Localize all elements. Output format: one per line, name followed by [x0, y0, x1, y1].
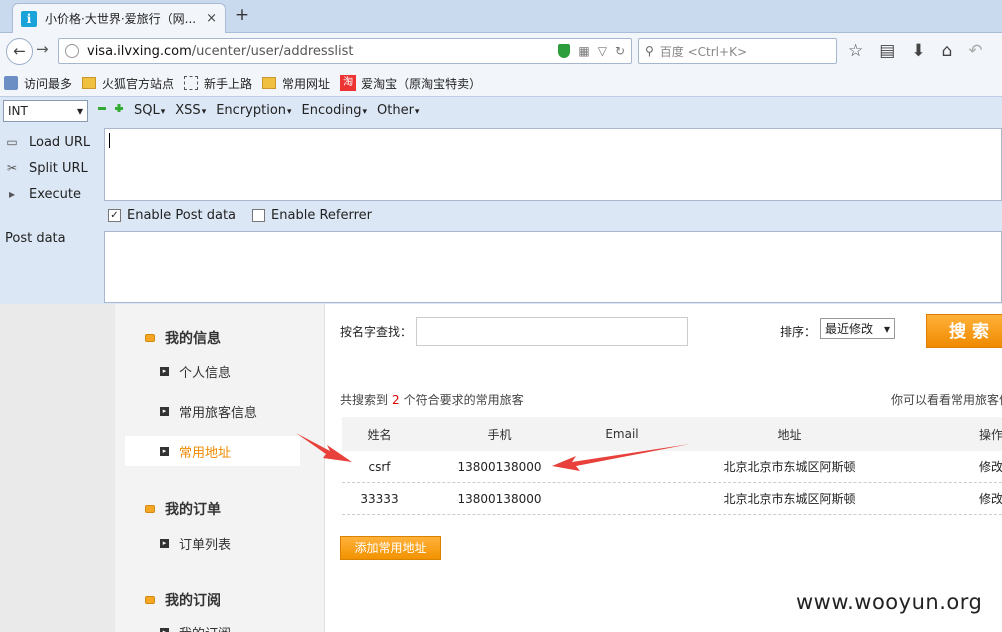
reading-list-icon[interactable]: ▤ — [879, 41, 895, 61]
search-placeholder: 百度 <Ctrl+K> — [659, 44, 747, 59]
table-row: csrf 13800138000 北京北京市东城区阿斯顿 修改 | 删 — [342, 451, 1002, 483]
sidebar-item-addresses[interactable]: ▸ 常用地址 — [125, 436, 300, 466]
search-by-name-label: 按名字查找： — [340, 325, 413, 339]
back-arrow-icon[interactable]: ← — [6, 38, 33, 65]
bookmark-common-sites[interactable]: 常用网址 — [262, 75, 330, 92]
bullet-icon — [145, 334, 155, 342]
load-url-icon: ▭ — [6, 135, 18, 149]
bullet-icon — [145, 505, 155, 513]
sidebar-item-travelers[interactable]: ▸ 常用旅客信息 — [125, 396, 300, 426]
tab-title: 小价格·大世界·爱旅行（网... — [45, 12, 197, 26]
row-actions[interactable]: 修改 | 删 — [917, 490, 1002, 507]
plus-icon[interactable] — [114, 103, 124, 113]
text-caret — [109, 133, 110, 148]
enable-post-checkbox[interactable]: ✓ Enable Post data — [108, 208, 236, 223]
bullet-icon — [145, 596, 155, 604]
arrow-right-icon: ▸ — [160, 366, 169, 376]
page-icon — [184, 76, 199, 90]
bookmark-firefox-site[interactable]: 火狐官方站点 — [82, 75, 174, 92]
enable-referrer-checkbox[interactable]: Enable Referrer — [252, 208, 372, 223]
arrow-right-icon: ▸ — [160, 406, 169, 416]
page-content: 我的信息 ▸ 个人信息 ▸ 常用旅客信息 ▸ 常用地址 我的订单 ▸ 订单列表 我的订阅… — [0, 304, 1002, 632]
execute-button[interactable]: ▸ Execute — [0, 181, 104, 207]
bookmark-star-icon[interactable]: ☆ — [848, 41, 863, 61]
search-button[interactable]: 搜索 — [926, 314, 1002, 348]
load-url-button[interactable]: ▭ Load URL — [0, 129, 104, 155]
search-icon: ⚲ — [645, 44, 654, 58]
hackbar-panel: INT▾ SQL XSS Encryption Encoding Other ▭… — [0, 96, 1002, 304]
bookmarks-toolbar: 访问最多 火狐官方站点 新手上路 常用网址 淘 爱淘宝（原淘宝特卖） — [0, 70, 1002, 96]
user-center-sidebar: 我的信息 ▸ 个人信息 ▸ 常用旅客信息 ▸ 常用地址 我的订单 ▸ 订单列表 我的订阅… — [115, 304, 325, 632]
sort-select[interactable]: 最近修改 ▾ — [820, 318, 895, 339]
home-icon[interactable]: ⌂ — [942, 41, 953, 61]
reload-icon[interactable]: ↻ — [615, 44, 625, 58]
taobao-icon: 淘 — [340, 75, 357, 91]
bookmark-aitaobao[interactable]: 淘 爱淘宝（原淘宝特卖） — [340, 75, 481, 92]
table-row: 33333 13800138000 北京北京市东城区阿斯顿 修改 | 删 — [342, 483, 1002, 515]
menu-encryption[interactable]: Encryption — [216, 103, 291, 118]
menu-other[interactable]: Other — [377, 103, 419, 118]
address-table: 姓名 手机 Email 地址 操作 csrf 13800138000 北京北京市… — [342, 417, 1002, 515]
qr-code-icon[interactable]: ▦ — [578, 44, 589, 58]
dropdown-icon[interactable]: ▽ — [598, 44, 607, 58]
table-header: 姓名 手机 Email 地址 操作 — [342, 417, 1002, 451]
checkmark-icon: ✓ — [108, 209, 121, 222]
search-input[interactable]: ⚲ 百度 <Ctrl+K> — [638, 38, 837, 64]
folder-icon — [262, 77, 277, 89]
download-icon[interactable]: ⬇ — [911, 41, 925, 61]
shield-icon[interactable] — [558, 44, 571, 58]
sort-label: 排序： — [780, 325, 817, 339]
add-address-button[interactable]: 添加常用地址 — [340, 536, 441, 560]
hackbar-url-textarea[interactable] — [104, 128, 1002, 201]
play-icon: ▸ — [8, 187, 16, 201]
sidebar-group-subscriptions: 我的订阅 — [145, 590, 221, 610]
site-favicon-icon: i — [21, 10, 37, 27]
sidebar-group-my-orders: 我的订单 — [145, 499, 221, 519]
tab-strip: i 小价格·大世界·爱旅行（网... × + — [0, 0, 1002, 33]
hackbar-type-select[interactable]: INT ▾ — [3, 100, 88, 122]
most-visited-icon — [4, 76, 18, 90]
undo-icon[interactable]: ↶ — [968, 41, 982, 61]
sidebar-item-order-list[interactable]: ▸ 订单列表 — [125, 528, 300, 558]
result-count: 2 — [392, 393, 400, 407]
address-list-main: 按名字查找： 排序： 最近修改 ▾ 搜索 共搜索到 2 个符合要求的常用旅客 你可以看… — [325, 304, 1002, 632]
watermark-text: www.wooyun.org — [796, 590, 983, 614]
name-search-input[interactable] — [416, 317, 688, 346]
minus-icon[interactable] — [97, 103, 107, 113]
url-text: visa.ilvxing.com/ucenter/user/addresslis… — [87, 43, 354, 59]
folder-icon — [82, 77, 97, 89]
row-actions[interactable]: 修改 | 删 — [917, 458, 1002, 475]
chevron-down-icon: ▾ — [883, 321, 890, 336]
browser-tab[interactable]: i 小价格·大世界·爱旅行（网... × — [12, 3, 226, 33]
sidebar-group-my-info: 我的信息 — [145, 328, 221, 348]
bookmark-most-visited[interactable]: 访问最多 — [4, 75, 72, 92]
chevron-down-icon: ▾ — [76, 104, 83, 118]
split-url-button[interactable]: ✂ Split URL — [0, 155, 104, 181]
bookmark-getting-started[interactable]: 新手上路 — [184, 75, 252, 92]
arrow-right-icon: ▸ — [160, 538, 169, 548]
sidebar-item-personal-info[interactable]: ▸ 个人信息 — [125, 356, 300, 386]
menu-encoding[interactable]: Encoding — [302, 103, 367, 118]
post-data-label: Post data — [5, 231, 66, 246]
arrow-right-icon: ▸ — [160, 446, 169, 456]
post-data-textarea[interactable] — [104, 231, 1002, 303]
navigation-bar: ← → visa.ilvxing.com/ucenter/user/addres… — [0, 33, 1002, 70]
menu-sql[interactable]: SQL — [134, 103, 165, 118]
result-hint: 你可以看看常用旅客信 — [891, 393, 1002, 407]
address-bar[interactable]: visa.ilvxing.com/ucenter/user/addresslis… — [58, 38, 632, 64]
forward-arrow-icon[interactable]: → — [36, 40, 49, 58]
close-icon[interactable]: × — [206, 11, 217, 26]
menu-xss[interactable]: XSS — [175, 103, 206, 118]
globe-icon — [65, 44, 79, 58]
scissors-icon: ✂ — [6, 161, 18, 175]
arrow-right-icon: ▸ — [160, 627, 169, 632]
new-tab-icon[interactable]: + — [232, 5, 252, 25]
result-summary: 共搜索到 2 个符合要求的常用旅客 — [340, 393, 524, 407]
sidebar-item-my-subscriptions[interactable]: ▸我的订阅 — [125, 617, 300, 632]
